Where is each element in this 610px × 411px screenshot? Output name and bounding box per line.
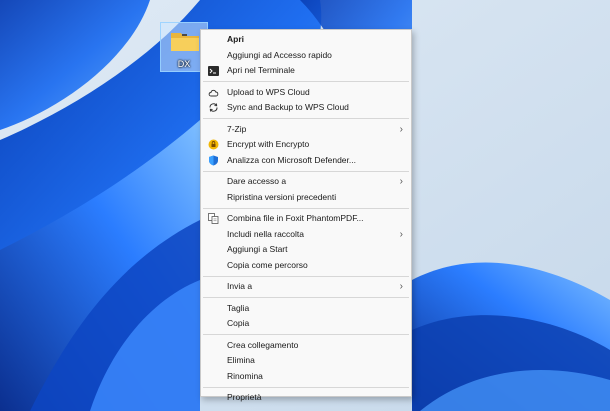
terminal-icon xyxy=(208,65,219,76)
menu-item-label: Aggiungi a Start xyxy=(227,244,288,254)
menu-item-label: Proprietà xyxy=(227,392,262,402)
encrypto-icon xyxy=(208,139,219,150)
chevron-right-icon: › xyxy=(399,176,403,187)
menu-item-label: Copia xyxy=(227,318,250,328)
context-menu: Apri Aggiungi ad Accesso rapido Apri nel T… xyxy=(200,29,412,402)
menu-item-label: Dare accesso a xyxy=(227,176,287,186)
menu-item-label: Copia come percorso xyxy=(227,259,308,270)
chevron-right-icon: › xyxy=(399,123,403,135)
chevron-right-icon: › xyxy=(399,228,403,240)
menu-separator xyxy=(203,275,409,277)
menu-item-label: Crea collegamento xyxy=(227,339,299,350)
menu-item-crea-collegamento[interactable]: Crea collegamento xyxy=(201,338,411,354)
menu-item-label: 7-Zip xyxy=(227,123,247,134)
menu-separator xyxy=(203,170,409,172)
menu-item-copia[interactable]: Copia xyxy=(201,316,411,332)
menu-item-label: Apri xyxy=(227,34,244,44)
menu-item-label: Combina file in Foxit PhantomPDF... xyxy=(227,213,364,223)
menu-separator xyxy=(203,118,409,119)
menu-item-7-zip[interactable]: 7-Zip › xyxy=(201,122,411,138)
menu-item-label: Ripristina versioni precedenti xyxy=(227,191,337,202)
menu-item-upload-to-wps-cloud[interactable]: Upload to WPS Cloud xyxy=(201,85,411,101)
menu-item-label: Aggiungi ad Accesso rapido xyxy=(227,49,332,60)
menu-item-sync-and-backup-to-wps-cloud[interactable]: Sync and Backup to WPS Cloud xyxy=(201,100,411,116)
menu-item-label: Rinomina xyxy=(227,370,263,381)
menu-item-label: Elimina xyxy=(227,355,255,365)
cloud-icon xyxy=(208,87,219,98)
menu-item-ripristina-versioni-precedenti[interactable]: Ripristina versioni precedenti xyxy=(201,190,411,206)
menu-item-label: Sync and Backup to WPS Cloud xyxy=(227,102,349,112)
menu-item-taglia[interactable]: Taglia xyxy=(201,301,411,317)
menu-item-elimina[interactable]: Elimina xyxy=(201,353,411,369)
menu-separator xyxy=(203,334,409,335)
menu-item-label: Encrypt with Encrypto xyxy=(227,139,310,149)
folder-icon xyxy=(170,29,200,58)
menu-item-label: Includi nella raccolta xyxy=(227,228,305,239)
menu-item-proprieta[interactable]: Proprietà xyxy=(201,390,411,406)
menu-item-analizza-con-microsoft-defender[interactable]: Analizza con Microsoft Defender... xyxy=(201,153,411,169)
foxit-combine-icon xyxy=(208,213,219,224)
menu-item-apri[interactable]: Apri xyxy=(201,32,411,48)
defender-shield-icon xyxy=(208,155,219,166)
menu-item-includi-nella-raccolta[interactable]: Includi nella raccolta › xyxy=(201,227,411,243)
menu-item-aggiungi-ad-accesso-rapido[interactable]: Aggiungi ad Accesso rapido xyxy=(201,48,411,64)
menu-item-apri-nel-terminale[interactable]: Apri nel Terminale xyxy=(201,63,411,79)
menu-separator xyxy=(203,207,409,209)
menu-item-label: Apri nel Terminale xyxy=(227,65,295,75)
menu-separator xyxy=(203,297,409,298)
menu-item-label: Taglia xyxy=(227,302,250,313)
menu-separator xyxy=(203,386,409,388)
menu-item-encrypt-with-encrypto[interactable]: Encrypt with Encrypto xyxy=(201,137,411,153)
chevron-right-icon: › xyxy=(399,281,403,292)
menu-item-label: Upload to WPS Cloud xyxy=(227,86,310,97)
menu-item-invia-a[interactable]: Invia a › xyxy=(201,279,411,295)
menu-separator xyxy=(203,81,409,82)
menu-item-aggiungi-a-start[interactable]: Aggiungi a Start xyxy=(201,242,411,258)
menu-item-copia-come-percorso[interactable]: Copia come percorso xyxy=(201,258,411,274)
menu-item-combina-file-in-foxit-phantompdf[interactable]: Combina file in Foxit PhantomPDF... xyxy=(201,211,411,227)
menu-item-label: Invia a xyxy=(227,281,253,291)
sync-icon xyxy=(208,102,219,113)
menu-item-rinomina[interactable]: Rinomina xyxy=(201,369,411,385)
menu-item-label: Analizza con Microsoft Defender... xyxy=(227,154,356,165)
menu-item-dare-accesso-a[interactable]: Dare accesso a › xyxy=(201,174,411,190)
